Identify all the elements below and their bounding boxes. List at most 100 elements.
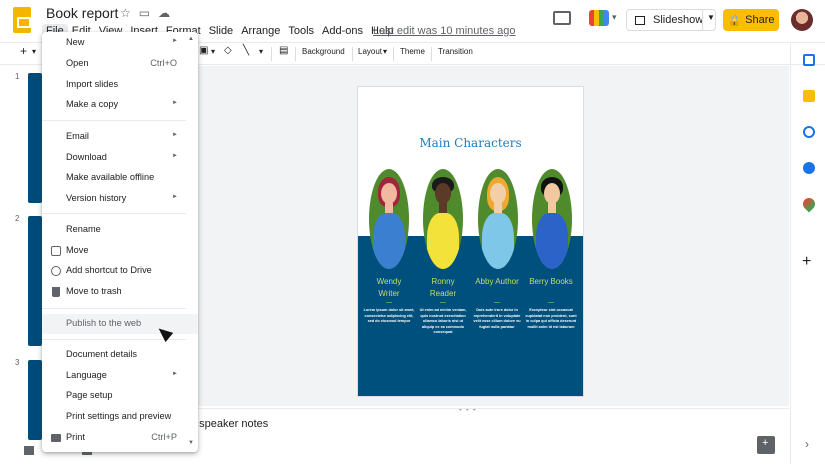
move-icon [51,246,61,256]
add-addon-icon[interactable]: + [802,253,811,271]
menu-item-move-to-trash[interactable]: Move to trash [42,283,198,301]
chevron-right-icon[interactable]: › [805,437,809,451]
menu-addons[interactable]: Add-ons [318,24,367,38]
chevron-down-icon[interactable]: ▾ [259,47,263,56]
trash-icon [52,287,60,297]
line-icon[interactable]: ╲ [243,45,249,56]
slides-logo-icon[interactable] [13,7,31,33]
character-bio-3[interactable]: Duis aute irure dolor in reprehenderit i… [471,308,523,330]
menu-item-add-shortcut[interactable]: Add shortcut to Drive [42,262,198,280]
character-name-4[interactable]: Berry Books [525,276,577,288]
slide-number: 2 [15,214,20,223]
speaker-notes[interactable]: d speaker notes [190,418,268,430]
character-name-1[interactable]: Wendy Writer [363,276,415,300]
menu-item-label: Language [66,370,107,380]
chevron-down-icon[interactable]: ▾ [612,12,617,23]
slide-thumbnail-3[interactable] [28,360,42,440]
menu-item-make-copy[interactable]: Make a copy ► [42,96,198,114]
character-name-line: Abby Author [475,277,519,286]
character-avatar-4[interactable] [532,169,572,269]
character-name-2[interactable]: Ronny Reader [417,276,469,300]
menu-item-label: Document details [66,349,137,359]
slide-title[interactable]: Main Characters [358,136,583,150]
divider [393,47,394,61]
slide-thumbnail-2[interactable] [28,216,42,346]
menu-item-import-slides[interactable]: Import slides [42,76,198,94]
comment-icon[interactable]: ▤ [279,45,288,56]
document-title[interactable]: Book report [46,5,118,21]
menu-item-open[interactable]: Open Ctrl+O [42,55,198,73]
explore-icon[interactable] [757,436,775,454]
drive-shortcut-icon [51,266,61,276]
comments-icon[interactable] [553,11,571,25]
share-button[interactable]: 🔒 Share [723,9,779,31]
cloud-status-icon[interactable]: ☁ [158,6,170,20]
submenu-arrow-icon: ► [172,132,178,138]
submenu-arrow-icon: ► [172,38,178,44]
present-icon [635,15,645,25]
menu-item-page-setup[interactable]: Page setup [42,387,198,405]
theme-button[interactable]: Theme [400,47,425,56]
avatar-body [427,213,459,269]
character-name-3[interactable]: Abby Author [471,276,523,288]
menu-item-print[interactable]: Print Ctrl+P [42,429,198,447]
character-avatar-2[interactable] [423,169,463,269]
menu-item-label: Open [66,58,89,68]
menu-item-email[interactable]: Email ► [42,128,198,146]
submenu-arrow-icon: ► [172,371,178,377]
meet-icon[interactable] [589,10,609,26]
slide[interactable]: Main Characters Wendy Writer Ronny Reade… [358,87,583,396]
character-avatar-1[interactable] [369,169,409,269]
layout-button[interactable]: Layout [358,47,382,56]
print-icon [51,434,61,442]
menu-item-label: Import slides [66,79,119,89]
character-bio-2[interactable]: Ut enim ad minim veniam, quis nostrud ex… [417,308,469,336]
menu-arrange[interactable]: Arrange [237,24,284,38]
divider [42,308,186,309]
divider: — [386,300,392,306]
tasks-icon[interactable] [803,126,815,138]
divider [42,213,186,214]
menu-item-language[interactable]: Language ► [42,367,198,385]
filmstrip: 1 2 3 [0,66,42,446]
contacts-icon[interactable] [803,162,815,174]
transition-button[interactable]: Transition [438,47,473,56]
menu-tools[interactable]: Tools [284,24,318,38]
avatar[interactable] [791,9,813,31]
menu-item-label: Print [66,432,85,442]
move-folder-icon[interactable]: ▭ [139,6,150,20]
filmstrip-view-icon[interactable] [24,446,34,455]
chevron-down-icon[interactable]: ▾ [211,47,215,56]
chevron-down-icon[interactable]: ▾ [383,47,387,56]
maps-icon[interactable] [800,195,818,213]
menu-item-rename[interactable]: Rename [42,221,198,239]
menu-item-version-history[interactable]: Version history ► [42,190,198,208]
avatar-body [482,213,514,269]
character-avatar-3[interactable] [478,169,518,269]
chevron-down-icon[interactable]: ▼ [707,13,715,22]
last-edit-link[interactable]: Last edit was 10 minutes ago [373,25,515,37]
menu-item-download[interactable]: Download ► [42,149,198,167]
menu-item-document-details[interactable]: Document details [42,346,198,364]
notes-resize-handle[interactable]: • • • [459,405,477,414]
menu-item-offline[interactable]: Make available offline [42,169,198,187]
shape-icon[interactable]: ◇ [224,45,232,56]
character-bio-4[interactable]: Excepteur sint occaecat cupidatat non pr… [525,308,577,330]
menu-item-publish-to-web[interactable]: Publish to the web [42,314,198,334]
menu-item-print-settings[interactable]: Print settings and preview [42,408,198,426]
calendar-icon[interactable] [803,54,815,66]
background-button[interactable]: Background [302,47,345,56]
image-icon[interactable]: ▣ [199,45,208,56]
character-bio-1[interactable]: Lorem ipsum dolor sit amet, consectetur … [363,308,415,325]
slide-thumbnail-1[interactable] [28,73,42,203]
chevron-down-icon[interactable]: ▾ [32,47,36,56]
menu-slide[interactable]: Slide [205,24,237,38]
new-slide-icon[interactable]: + [20,44,27,58]
slideshow-button[interactable]: Slideshow ▼ [626,9,716,31]
menu-item-new[interactable]: New ► [42,34,198,52]
character-name-line: Writer [378,289,400,298]
menu-item-move[interactable]: Move [42,242,198,260]
keep-icon[interactable] [803,90,815,102]
divider: — [440,300,446,306]
star-icon[interactable]: ☆ [120,6,131,20]
